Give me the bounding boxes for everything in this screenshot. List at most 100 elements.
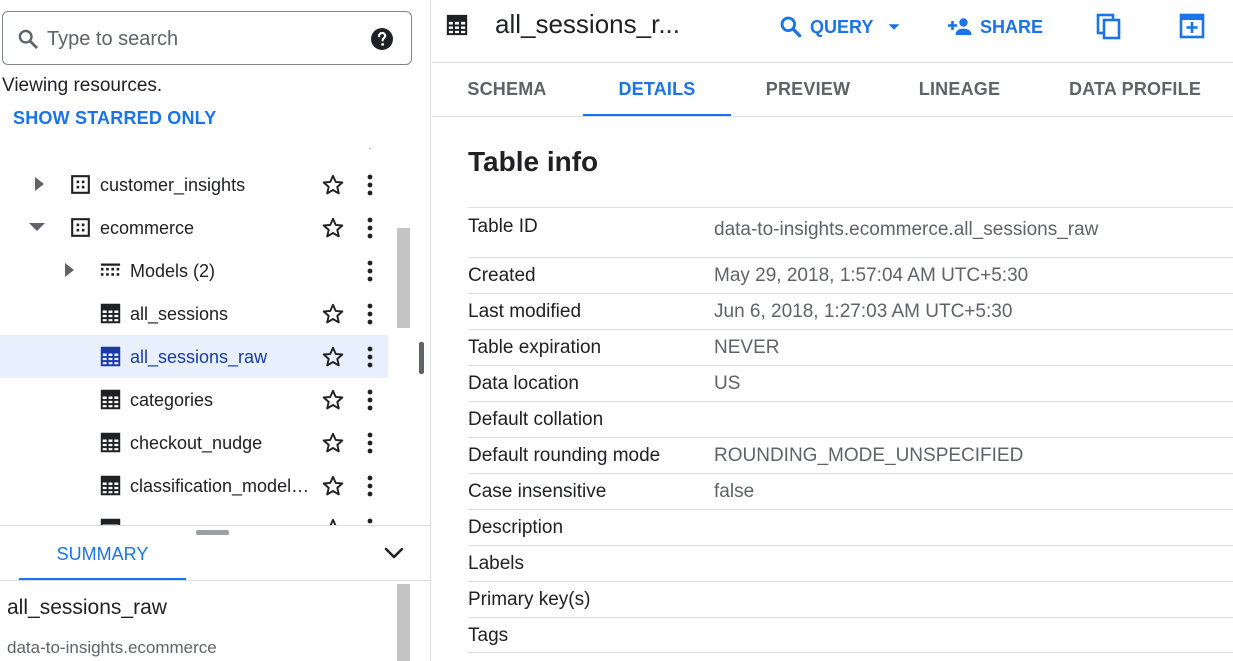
star-icon[interactable] xyxy=(321,148,345,150)
summary-resource-name: all_sessions_raw xyxy=(7,596,167,619)
info-row-tags: Tags xyxy=(468,617,1233,653)
more-vert-icon[interactable] xyxy=(360,345,380,369)
tree-item-models[interactable]: Models (2) xyxy=(0,249,388,292)
info-key: Default rounding mode xyxy=(468,445,661,466)
summary-resource-path: data-to-insights.ecommerce xyxy=(7,638,217,657)
tree-item-label: all_sessions_raw xyxy=(130,347,268,367)
tree-row-partial xyxy=(0,148,388,159)
tree-item-all-sessions[interactable]: all_sessions xyxy=(0,292,388,335)
chevron-down-icon[interactable] xyxy=(382,543,406,563)
split-drag-handle[interactable] xyxy=(196,530,229,535)
table-icon xyxy=(100,389,121,410)
tree-scrollbar-thumb[interactable] xyxy=(397,228,410,328)
tree-row-partial xyxy=(0,507,388,525)
star-icon[interactable] xyxy=(321,388,345,412)
chevron-right-icon[interactable] xyxy=(62,262,78,278)
star-icon[interactable] xyxy=(321,474,345,498)
help-icon[interactable] xyxy=(370,27,394,51)
tab-details[interactable]: DETAILS xyxy=(583,63,731,117)
share-button-label: SHARE xyxy=(980,16,1044,37)
tree-scrollbar-track[interactable] xyxy=(388,148,430,525)
tree-item-label: ecommerce xyxy=(100,218,195,238)
info-value: NEVER xyxy=(714,337,780,358)
copy-icon[interactable] xyxy=(1095,12,1123,40)
table-icon xyxy=(100,303,121,324)
resource-tree: customer_insights ecommerce Models (2) a… xyxy=(0,148,388,525)
more-vert-icon[interactable] xyxy=(360,173,380,197)
chevron-down-icon[interactable] xyxy=(29,219,45,235)
model-icon xyxy=(100,263,121,276)
info-value: Jun 6, 2018, 1:27:03 AM UTC+5:30 xyxy=(714,301,1013,322)
info-value: May 29, 2018, 1:57:04 AM UTC+5:30 xyxy=(714,265,1029,286)
tree-item-checkout-nudge[interactable]: checkout_nudge xyxy=(0,421,388,464)
explorer-panel: Viewing resources. SHOW STARRED ONLY cus… xyxy=(0,0,431,661)
more-vert-icon[interactable] xyxy=(360,388,380,412)
query-button[interactable]: QUERY xyxy=(778,14,905,40)
tab-divider xyxy=(432,116,1233,117)
star-icon[interactable] xyxy=(321,216,345,240)
star-icon[interactable] xyxy=(321,517,345,525)
tab-summary[interactable]: SUMMARY xyxy=(19,536,186,581)
info-key: Case insensitive xyxy=(468,481,607,502)
star-icon[interactable] xyxy=(321,173,345,197)
more-vert-icon[interactable] xyxy=(360,302,380,326)
chevron-right-icon[interactable] xyxy=(32,176,48,192)
add-box-icon[interactable] xyxy=(1178,12,1206,40)
info-key: Primary key(s) xyxy=(468,589,591,610)
search-icon xyxy=(18,29,38,49)
summary-scrollbar-thumb[interactable] xyxy=(397,584,410,661)
info-key: Created xyxy=(468,265,536,286)
table-icon xyxy=(100,346,121,367)
section-title: Table info xyxy=(468,146,599,177)
info-value: US xyxy=(714,373,741,394)
tree-item-classification-model[interactable]: classification_model_2 xyxy=(0,464,388,507)
info-key: Last modified xyxy=(468,301,582,322)
show-starred-only-button[interactable]: SHOW STARRED ONLY xyxy=(13,108,216,129)
more-vert-icon[interactable] xyxy=(360,259,380,283)
info-key: Data location xyxy=(468,373,579,394)
info-key: Labels xyxy=(468,553,524,574)
tree-item-categories[interactable]: categories xyxy=(0,378,388,421)
info-row-case-insensitive: Case insensitive false xyxy=(468,473,1233,509)
info-row-table-expiration: Table expiration NEVER xyxy=(468,329,1233,365)
info-row-table-id: Table ID data-to-insights.ecommerce.all_… xyxy=(468,207,1233,257)
more-vert-icon[interactable] xyxy=(360,148,380,150)
viewing-resources-text: Viewing resources. xyxy=(2,75,163,96)
table-info-list: Table ID data-to-insights.ecommerce.all_… xyxy=(468,207,1233,653)
info-row-description: Description xyxy=(468,509,1233,545)
tree-item-customer-insights[interactable]: customer_insights xyxy=(0,163,388,206)
tree-item-label: checkout_nudge xyxy=(130,433,263,453)
info-key: Default collation xyxy=(468,409,604,430)
share-button[interactable]: SHARE xyxy=(948,14,1043,40)
table-icon xyxy=(100,475,121,496)
tree-item-label: Models (2) xyxy=(130,261,216,281)
tree-item-all-sessions-raw[interactable]: all_sessions_raw xyxy=(0,335,388,378)
info-row-labels: Labels xyxy=(468,545,1233,581)
query-button-label: QUERY xyxy=(810,16,874,37)
more-vert-icon[interactable] xyxy=(360,431,380,455)
tab-preview[interactable]: PREVIEW xyxy=(748,63,868,117)
tab-data-profile[interactable]: DATA PROFILE xyxy=(1058,63,1212,117)
tree-item-label: classification_model_2 xyxy=(130,476,310,496)
tree-item-label: all_sessions xyxy=(130,304,229,324)
tab-lineage[interactable]: LINEAGE xyxy=(902,63,1017,117)
dataset-icon xyxy=(71,175,90,194)
details-panel: all_sessions_r... QUERY SHARE SCHEMA DET… xyxy=(432,0,1233,661)
more-vert-icon[interactable] xyxy=(360,517,380,525)
more-vert-icon[interactable] xyxy=(360,216,380,240)
panel-resize-handle[interactable] xyxy=(419,342,424,374)
search-icon xyxy=(780,16,802,38)
tree-item-ecommerce[interactable]: ecommerce xyxy=(0,206,388,249)
more-vert-icon[interactable] xyxy=(360,474,380,498)
star-icon[interactable] xyxy=(321,345,345,369)
star-icon[interactable] xyxy=(321,302,345,326)
info-key: Tags xyxy=(468,625,509,646)
table-icon xyxy=(446,14,468,36)
info-row-default-collation: Default collation xyxy=(468,401,1233,437)
search-input[interactable] xyxy=(47,24,357,54)
info-value: data-to-insights.ecommerce.all_sessions_… xyxy=(714,219,1099,240)
star-icon[interactable] xyxy=(321,431,345,455)
tab-schema[interactable]: SCHEMA xyxy=(452,63,562,117)
search-box[interactable] xyxy=(2,11,412,65)
person-add-icon xyxy=(948,18,972,35)
